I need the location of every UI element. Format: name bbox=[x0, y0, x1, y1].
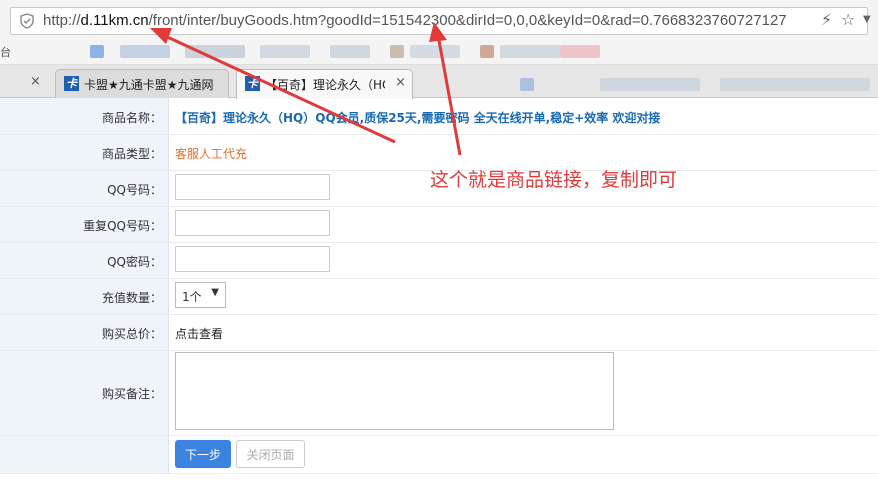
row-label: 购买备注： bbox=[0, 351, 169, 435]
row-label: 重复QQ号码： bbox=[0, 207, 169, 242]
dropdown-arrow-icon: ▼ bbox=[211, 287, 219, 298]
bookmark-item[interactable] bbox=[330, 45, 370, 58]
tab-kameng[interactable]: 卡 卡盟★九通卡盟★九通网 bbox=[55, 69, 229, 98]
label-text: 商品名称： bbox=[101, 111, 162, 125]
row-label bbox=[0, 436, 169, 473]
url-domain: d.11km.cn bbox=[80, 12, 149, 29]
shield-icon bbox=[20, 13, 34, 29]
address-bar: http://d.11km.cn/front/inter/buyGoods.ht… bbox=[0, 0, 878, 40]
row-quantity: 充值数量： 1个 ▼ bbox=[0, 279, 878, 315]
bookmark-item[interactable] bbox=[500, 45, 560, 58]
tab-title: 【百奇】理论永久（HQ bbox=[265, 78, 385, 92]
label-text: 重复QQ号码： bbox=[83, 219, 162, 233]
bookmark-item[interactable] bbox=[560, 45, 600, 58]
bookmark-label[interactable]: 台 bbox=[0, 44, 11, 60]
repeat-qq-input[interactable] bbox=[175, 210, 330, 236]
row-actions: 下一步 关闭页面 bbox=[0, 436, 878, 474]
blurred-tab[interactable] bbox=[520, 78, 534, 91]
row-label: 商品名称： bbox=[0, 98, 169, 134]
url-prefix: http:// bbox=[43, 12, 81, 29]
blurred-tab[interactable] bbox=[600, 78, 700, 91]
star-icon[interactable]: ☆ bbox=[841, 10, 855, 30]
bookmark-item[interactable] bbox=[390, 45, 404, 58]
qq-password-input[interactable] bbox=[175, 246, 330, 272]
bookmark-item[interactable] bbox=[120, 45, 170, 58]
next-step-button[interactable]: 下一步 bbox=[175, 440, 231, 468]
qq-number-input[interactable] bbox=[175, 174, 330, 200]
url-box[interactable]: http://d.11km.cn/front/inter/buyGoods.ht… bbox=[10, 7, 871, 35]
row-label: QQ密码： bbox=[0, 243, 169, 278]
label-text: QQ密码： bbox=[107, 255, 162, 269]
tab-close-icon[interactable]: × bbox=[395, 75, 406, 90]
kameng-favicon-icon: 卡 bbox=[64, 76, 79, 91]
annotation-text: 这个就是商品链接，复制即可 bbox=[430, 169, 678, 191]
tab-product[interactable]: 卡 【百奇】理论永久（HQ × bbox=[236, 69, 413, 99]
buy-goods-form: 商品名称： 【百奇】理论永久（HQ）QQ会员,质保25天,需要密码 全天在线开单… bbox=[0, 98, 878, 495]
tab-close-icon[interactable]: × bbox=[30, 74, 41, 89]
bookmark-item[interactable] bbox=[480, 45, 494, 58]
row-total-price: 购买总价： 点击查看 bbox=[0, 315, 878, 351]
bookmarks-bar: 台 bbox=[0, 40, 878, 65]
url-text[interactable]: http://d.11km.cn/front/inter/buyGoods.ht… bbox=[43, 12, 787, 29]
url-path: /front/inter/buyGoods.htm?goodId=1515423… bbox=[148, 12, 787, 29]
close-page-button[interactable]: 关闭页面 bbox=[236, 440, 305, 468]
tab-title: 卡盟★九通卡盟★九通网 bbox=[84, 78, 214, 92]
product-type: 客服人工代充 bbox=[175, 147, 248, 161]
row-label: 商品类型： bbox=[0, 135, 169, 170]
quantity-select[interactable]: 1个 ▼ bbox=[175, 282, 226, 308]
label-text: 购买总价： bbox=[101, 327, 162, 341]
row-label: 充值数量： bbox=[0, 279, 169, 314]
lightning-icon[interactable]: ⚡ bbox=[821, 10, 832, 30]
quantity-value: 1个 bbox=[182, 290, 202, 304]
product-name: 【百奇】理论永久（HQ）QQ会员,质保25天,需要密码 全天在线开单,稳定+效率… bbox=[175, 111, 661, 125]
row-repeat-qq: 重复QQ号码： bbox=[0, 207, 878, 243]
label-text: QQ号码： bbox=[107, 183, 162, 197]
view-price-link[interactable]: 点击查看 bbox=[175, 325, 223, 342]
row-product-name: 商品名称： 【百奇】理论永久（HQ）QQ会员,质保25天,需要密码 全天在线开单… bbox=[0, 98, 878, 135]
dropdown-arrow-icon[interactable]: ▼ bbox=[863, 10, 871, 30]
kameng-favicon-icon: 卡 bbox=[245, 76, 260, 91]
bookmark-item[interactable] bbox=[260, 45, 310, 58]
row-qq-password: QQ密码： bbox=[0, 243, 878, 279]
row-remarks: 购买备注： bbox=[0, 351, 878, 436]
bookmark-item[interactable] bbox=[90, 45, 104, 58]
label-text: 购买备注： bbox=[101, 387, 162, 401]
label-text: 商品类型： bbox=[101, 147, 162, 161]
bookmark-item[interactable] bbox=[185, 45, 245, 58]
row-label: 购买总价： bbox=[0, 315, 169, 350]
tab-strip: × 卡 卡盟★九通卡盟★九通网 卡 【百奇】理论永久（HQ × bbox=[0, 65, 878, 99]
bookmark-item[interactable] bbox=[410, 45, 460, 58]
row-label: QQ号码： bbox=[0, 171, 169, 206]
blurred-tab[interactable] bbox=[720, 78, 870, 91]
label-text: 充值数量： bbox=[101, 291, 162, 305]
remarks-textarea[interactable] bbox=[175, 352, 614, 430]
